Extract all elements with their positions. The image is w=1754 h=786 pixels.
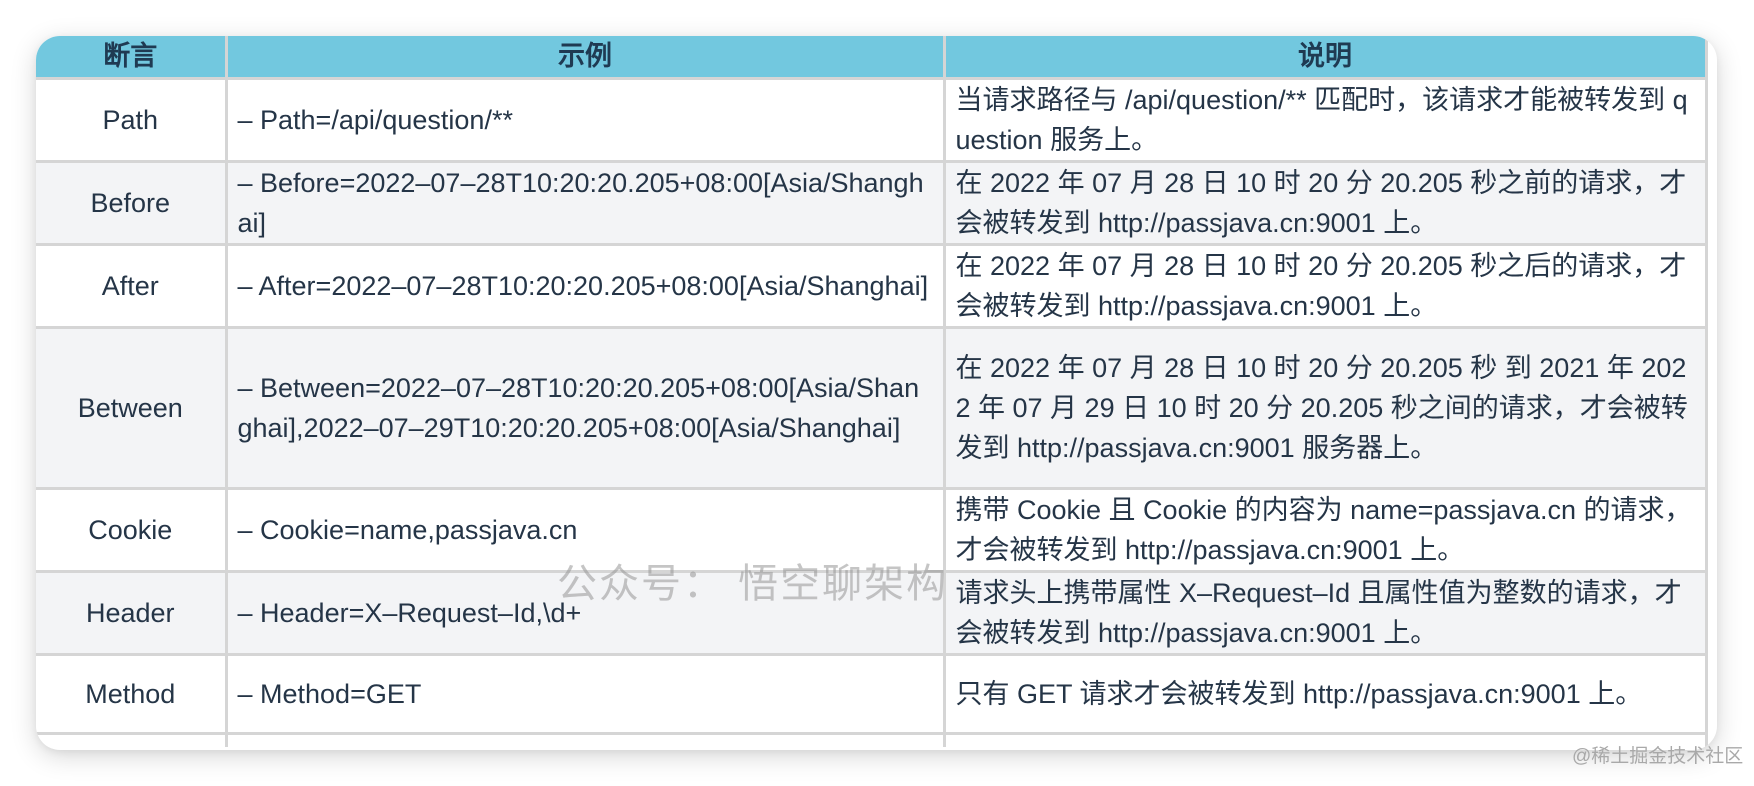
- predicate-cell: Header: [36, 570, 228, 656]
- description-cell: 请求头上携带属性 X–Request–Id 且属性值为整数的请求，才会被转发到 …: [942, 570, 1708, 656]
- description-cell: 当请求路径与 /api/question/** 匹配时，该请求才能被转发到 qu…: [942, 77, 1708, 163]
- watermark-juejin: @稀土掘金技术社区: [1572, 746, 1744, 767]
- predicate-cell: Before: [36, 160, 228, 246]
- description-cell: 在 2022 年 07 月 28 日 10 时 20 分 20.205 秒 到 …: [942, 326, 1708, 490]
- description-cell: 在 2022 年 07 月 28 日 10 时 20 分 20.205 秒之前的…: [942, 160, 1708, 246]
- example-cell: – Before=2022–07–28T10:20:20.205+08:00[A…: [224, 160, 946, 246]
- predicate-cell: Cookie: [36, 487, 228, 573]
- example-cell: – Between=2022–07–28T10:20:20.205+08:00[…: [224, 326, 946, 490]
- table-row: Path – Path=/api/question/** 当请求路径与 /api…: [36, 77, 1708, 163]
- empty-cell: [224, 732, 946, 747]
- predicate-cell: Method: [36, 653, 228, 735]
- example-cell: – Method=GET: [224, 653, 946, 735]
- description-cell: 携带 Cookie 且 Cookie 的内容为 name=passjava.cn…: [942, 487, 1708, 573]
- description-cell: 只有 GET 请求才会被转发到 http://passjava.cn:9001 …: [942, 653, 1708, 735]
- example-cell: – After=2022–07–28T10:20:20.205+08:00[As…: [224, 243, 946, 329]
- predicate-table: 断言 示例 说明 Path – Path=/api/question/** 当请…: [36, 36, 1708, 747]
- table-card: 断言 示例 说明 Path – Path=/api/question/** 当请…: [36, 36, 1717, 750]
- column-header-example: 示例: [224, 36, 946, 80]
- table-row: After – After=2022–07–28T10:20:20.205+08…: [36, 243, 1708, 329]
- column-header-description: 说明: [942, 36, 1708, 80]
- table-row: Between – Between=2022–07–28T10:20:20.20…: [36, 326, 1708, 490]
- empty-cell: [36, 732, 228, 747]
- predicate-cell: Path: [36, 77, 228, 163]
- table-row: Cookie – Cookie=name,passjava.cn 携带 Cook…: [36, 487, 1708, 573]
- table-row: Method – Method=GET 只有 GET 请求才会被转发到 http…: [36, 653, 1708, 735]
- table-header-row: 断言 示例 说明: [36, 36, 1708, 80]
- table-row: Header – Header=X–Request–Id,\d+ 请求头上携带属…: [36, 570, 1708, 656]
- table-row-partial: [36, 732, 1708, 747]
- column-header-predicate: 断言: [36, 36, 228, 80]
- description-cell: 在 2022 年 07 月 28 日 10 时 20 分 20.205 秒之后的…: [942, 243, 1708, 329]
- table-row: Before – Before=2022–07–28T10:20:20.205+…: [36, 160, 1708, 246]
- predicate-cell: Between: [36, 326, 228, 490]
- example-cell: – Path=/api/question/**: [224, 77, 946, 163]
- example-cell: – Header=X–Request–Id,\d+: [224, 570, 946, 656]
- predicate-cell: After: [36, 243, 228, 329]
- example-cell: – Cookie=name,passjava.cn: [224, 487, 946, 573]
